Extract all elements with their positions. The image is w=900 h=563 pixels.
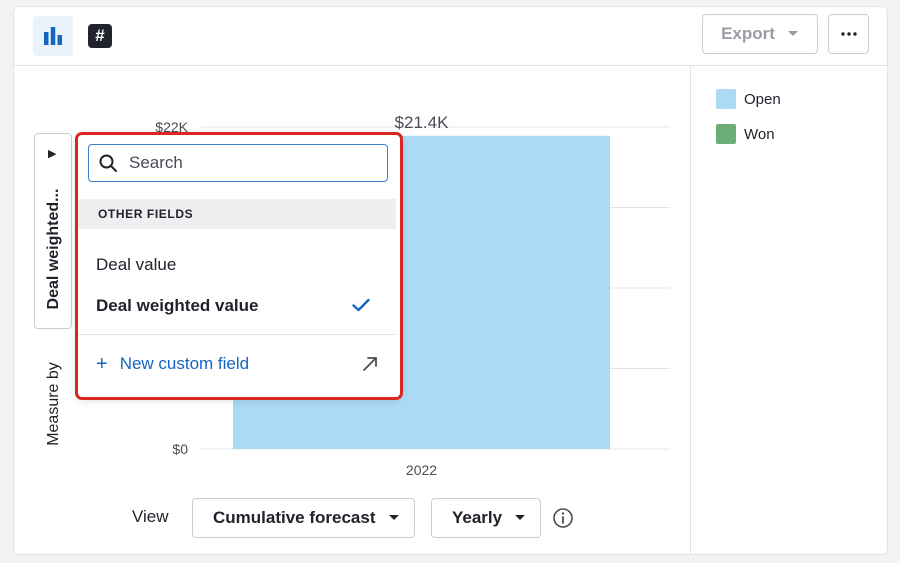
bar-data-label: $21.4K [395, 113, 450, 132]
chevron-down-icon [515, 515, 526, 520]
field-search-input[interactable] [127, 152, 371, 174]
export-button[interactable]: Export [702, 14, 818, 54]
field-search-box[interactable] [88, 144, 388, 182]
external-arrow-icon [363, 357, 377, 371]
legend-item-won[interactable]: Won [716, 124, 775, 144]
search-icon [99, 154, 117, 172]
x-tick-label: 2022 [406, 462, 437, 478]
legend-label-won: Won [744, 125, 775, 143]
legend-item-open[interactable]: Open [716, 89, 781, 109]
report-card: # Export Open Won $22K$0$21.4K2022 ▶ [13, 6, 888, 555]
period-value: Yearly [452, 508, 503, 527]
legend-swatch-open [716, 89, 736, 109]
option-label: Deal weighted value [96, 296, 259, 315]
dropdown-divider [78, 334, 396, 335]
more-horizontal-icon [840, 32, 857, 36]
option-deal-value[interactable]: Deal value [78, 245, 396, 285]
checkmark-icon [352, 298, 370, 312]
y-tick-label: $22K [155, 119, 188, 135]
more-options-button[interactable] [828, 14, 869, 54]
plus-icon: + [96, 353, 108, 375]
measure-by-label: Measure by [45, 362, 62, 446]
y-tick-label: $0 [172, 441, 188, 457]
view-label: View [132, 507, 169, 526]
legend-divider [690, 66, 691, 555]
legend-label-open: Open [744, 90, 781, 108]
measure-by-toggle[interactable]: ▶ Deal weighted... [34, 133, 72, 329]
export-label: Export [721, 24, 775, 43]
measure-field-dropdown: OTHER FIELDS Deal value Deal weighted va… [75, 132, 403, 400]
view-mode-select[interactable]: Cumulative forecast [192, 498, 415, 538]
legend-swatch-won [716, 124, 736, 144]
chevron-down-icon [787, 31, 798, 36]
chevron-down-icon [388, 515, 399, 520]
period-select[interactable]: Yearly [431, 498, 542, 538]
caret-right-icon: ▶ [48, 148, 57, 160]
option-deal-weighted-value[interactable]: Deal weighted value [78, 286, 396, 326]
other-fields-header: OTHER FIELDS [78, 199, 396, 229]
measure-by-value: Deal weighted... [45, 188, 62, 310]
info-icon[interactable] [552, 507, 574, 529]
view-mode-value: Cumulative forecast [213, 508, 376, 527]
new-custom-field-label: New custom field [119, 354, 250, 373]
option-label: Deal value [96, 255, 177, 274]
new-custom-field-button[interactable]: + New custom field [78, 344, 396, 384]
